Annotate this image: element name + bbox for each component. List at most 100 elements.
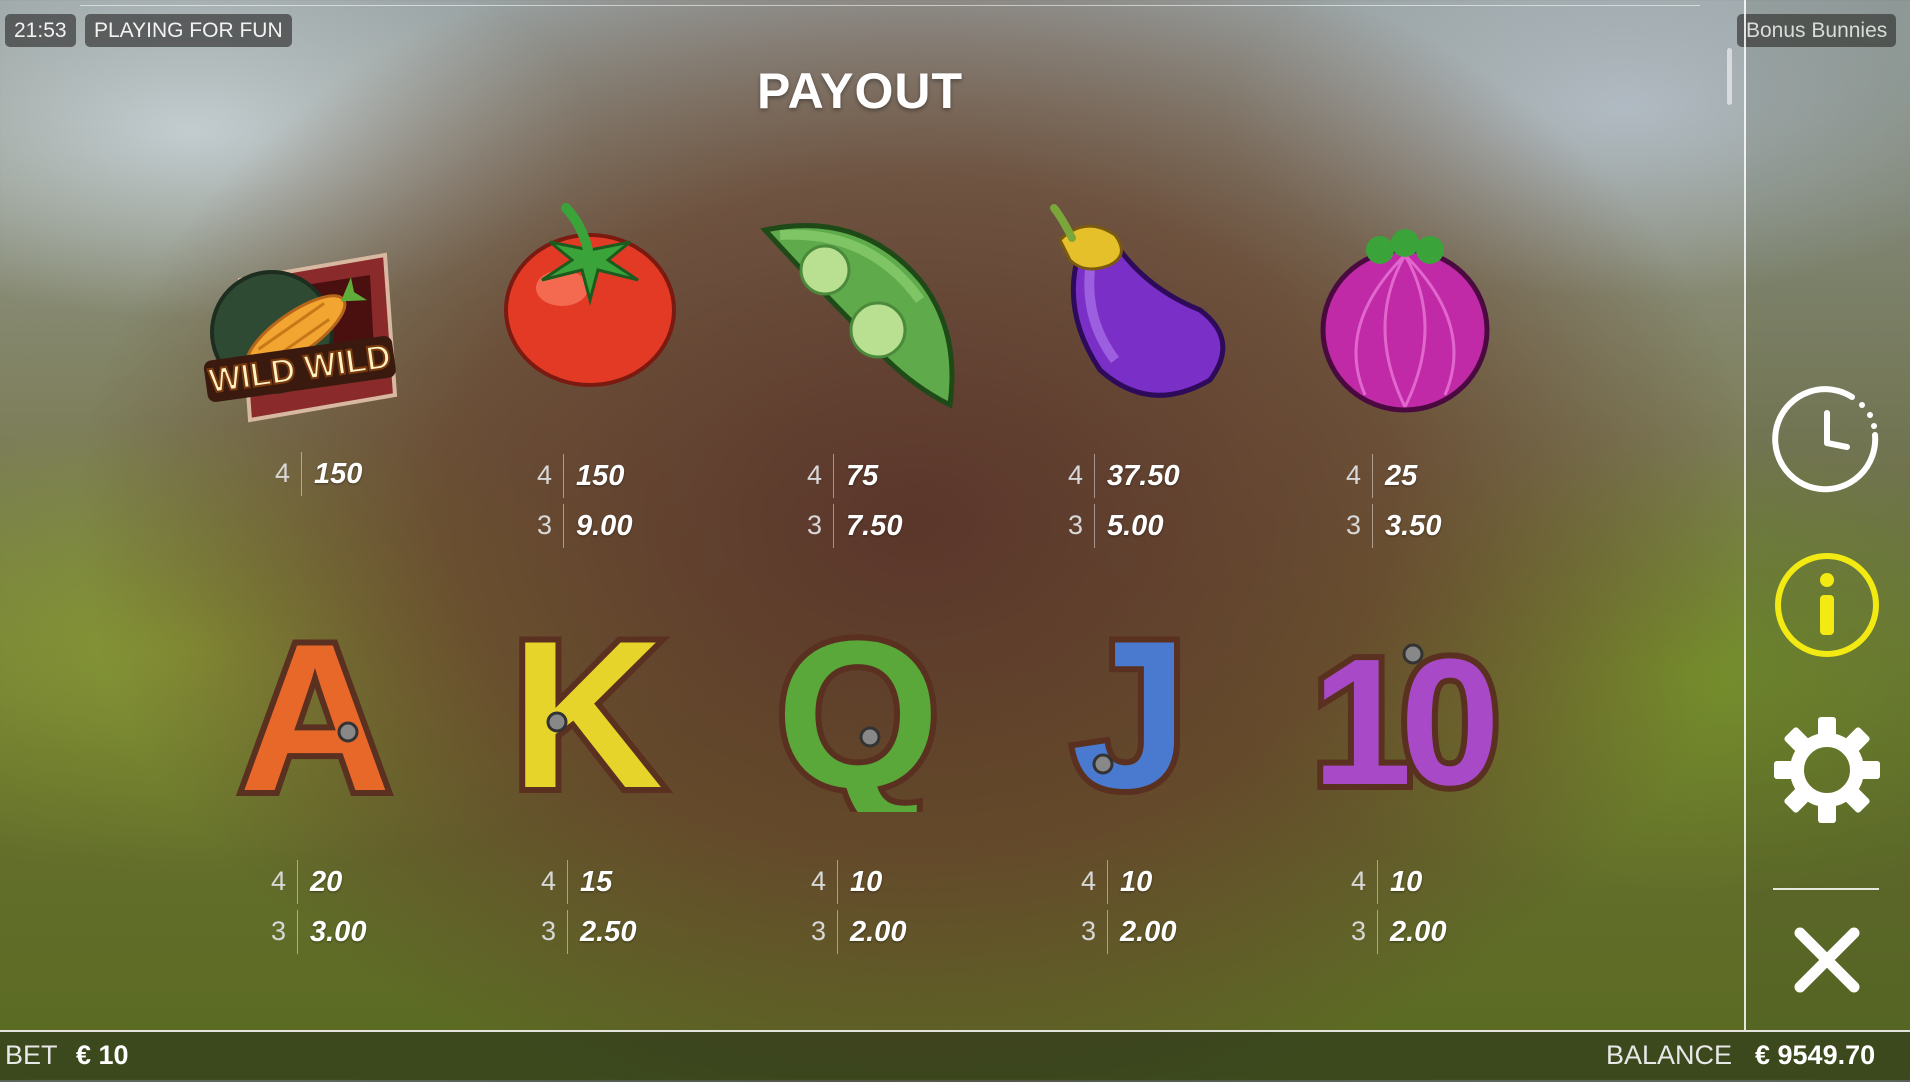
pay-value: 2.50 [580,916,637,948]
pay-count: 4 [1067,460,1083,490]
payout-k: 4 15 3 2.50 [466,856,666,956]
pay-divider [1372,504,1373,548]
pay-count: 4 [540,866,556,896]
pay-divider [563,504,564,548]
pay-count: 4 [810,866,826,896]
balance-value: € 9549.70 [1755,1040,1876,1070]
pay-row: 3 3.00 [196,906,396,956]
pay-value: 150 [576,460,625,492]
pay-row: 4 10 [1276,856,1476,906]
pay-value: 75 [846,460,879,492]
number-10-icon: 10 [1300,612,1511,829]
history-button[interactable] [1772,385,1882,495]
pay-row: 4 10 [736,856,936,906]
pay-count: 4 [274,458,290,488]
pay-row: 3 7.50 [732,500,932,550]
close-button[interactable] [1772,905,1882,1015]
pay-value: 7.50 [846,510,903,542]
info-button[interactable] [1772,550,1882,660]
page-title: PAYOUT [756,63,964,119]
pay-row: 4 75 [732,450,932,500]
status-bar: BET € 10 BALANCE € 9549.70 [0,1030,1910,1082]
letter-a: A [239,615,391,815]
pay-row: 4 150 [200,448,400,498]
payout-pea-pod: 4 75 3 7.50 [732,450,932,550]
pay-row: 3 2.00 [1006,906,1206,956]
clock-history-icon [1772,386,1879,493]
number-10: 10 [1312,622,1493,812]
pay-row: 4 20 [196,856,396,906]
pay-row: 4 150 [462,450,662,500]
play-mode-badge: PLAYING FOR FUN [85,14,292,47]
pay-count: 3 [540,916,556,946]
pay-count: 4 [806,460,822,490]
pay-divider [1094,504,1095,548]
balance-label: BALANCE [1606,1040,1733,1070]
pay-value: 3.00 [310,916,367,948]
pay-count: 3 [536,510,552,540]
payout-onion: 4 25 3 3.50 [1271,450,1471,550]
pay-value: 2.00 [1390,916,1447,948]
pay-count: 4 [1345,460,1361,490]
info-icon [1775,553,1879,657]
pay-count: 4 [1080,866,1096,896]
letter-a-icon: A [215,594,415,841]
pay-divider [837,860,838,904]
scrollbar-thumb[interactable] [1727,48,1732,105]
pay-value: 2.00 [850,916,907,948]
top-divider [80,5,1700,6]
sidebar-divider [1773,888,1879,890]
pay-divider [567,860,568,904]
pay-divider [297,860,298,904]
pay-divider [833,504,834,548]
bet-value: € 10 [76,1040,129,1070]
pay-divider [563,454,564,498]
payout-eggplant: 4 37.50 3 5.00 [993,450,1193,550]
pay-row: 3 2.00 [1276,906,1476,956]
pay-value: 3.50 [1385,510,1442,542]
pay-divider [1094,454,1095,498]
payout-q: 4 10 3 2.00 [736,856,936,956]
pay-divider [567,910,568,954]
pay-row: 3 2.50 [466,906,666,956]
payout-wild: 4 150 [200,448,400,498]
tomato-icon [490,200,690,400]
pay-value: 10 [850,866,883,898]
pay-value: 9.00 [576,510,633,542]
pay-row: 3 3.50 [1271,500,1471,550]
pay-value: 25 [1385,460,1418,492]
pay-value: 2.00 [1120,916,1177,948]
pay-value: 20 [310,866,343,898]
pay-row: 4 15 [466,856,666,906]
pay-count: 3 [1067,510,1083,540]
right-sidebar [1744,0,1910,1030]
pay-divider [1377,860,1378,904]
payout-j: 4 10 3 2.00 [1006,856,1206,956]
gear-icon [1774,717,1880,823]
payout-a: 4 20 3 3.00 [196,856,396,956]
settings-button[interactable] [1772,715,1882,825]
pay-divider [301,452,302,496]
close-icon [1794,927,1860,993]
pay-count: 4 [1350,866,1366,896]
pay-value: 5.00 [1107,510,1164,542]
pay-divider [297,910,298,954]
payout-tomato: 4 150 3 9.00 [462,450,662,550]
wild-carrot-icon: WILD WILD [200,230,400,430]
pay-count: 4 [536,460,552,490]
pay-divider [1372,454,1373,498]
pay-row: 4 25 [1271,450,1471,500]
payout-10: 4 10 3 2.00 [1276,856,1476,956]
letter-j: J [1072,612,1189,812]
pay-divider [1107,860,1108,904]
pay-count: 3 [1345,510,1361,540]
pay-value: 10 [1390,866,1423,898]
pay-row: 3 5.00 [993,500,1193,550]
pay-value: 10 [1120,866,1153,898]
letter-q-icon: Q [758,591,958,838]
pay-divider [833,454,834,498]
pay-count: 3 [270,916,286,946]
pea-pod-icon [760,210,960,410]
pay-value: 37.50 [1107,460,1180,492]
bet-label: BET [5,1040,58,1070]
